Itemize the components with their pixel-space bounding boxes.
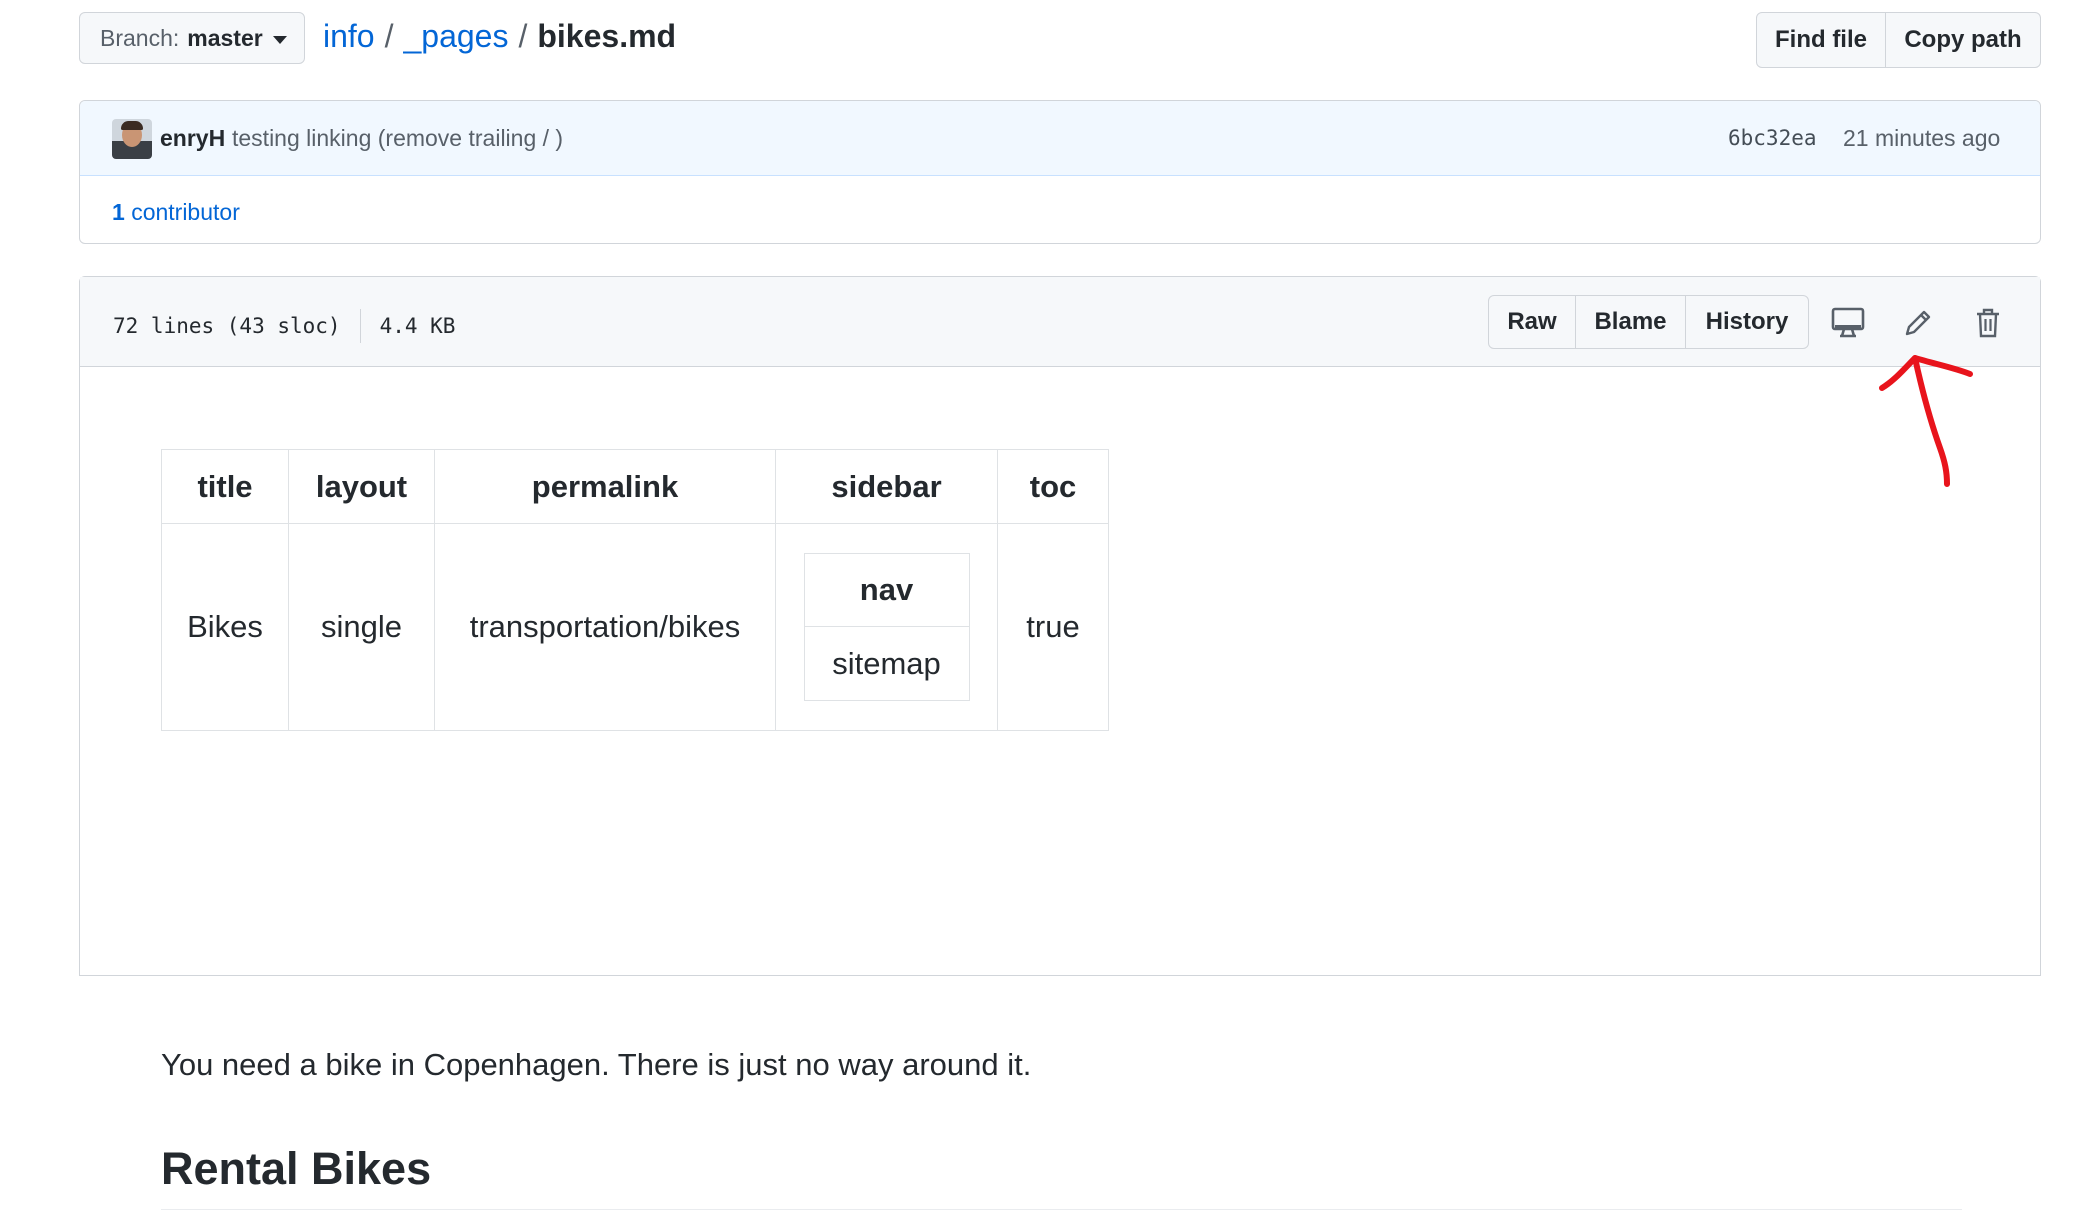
nested-table-cell: sitemap <box>803 626 970 701</box>
commit-info-box: enryH testing linking (remove trailing /… <box>79 100 2041 244</box>
breadcrumb-separator: / <box>384 18 394 54</box>
intro-paragraph: You need a bike in Copenhagen. There is … <box>161 1047 1032 1082</box>
commit-time: 21 minutes ago <box>1843 125 2001 151</box>
branch-selector-button[interactable]: Branch: master <box>79 12 305 64</box>
commit-sha-link[interactable]: 6bc32ea <box>1728 126 1817 150</box>
table-cell: true <box>997 523 1109 731</box>
table-header: sidebar <box>775 449 998 524</box>
sidebar-nested-table: nav sitemap <box>803 553 970 701</box>
file-action-button-group: Raw Blame History <box>1488 295 1809 349</box>
find-file-button[interactable]: Find file <box>1756 12 1886 68</box>
desktop-icon[interactable] <box>1828 303 1868 343</box>
file-info: 72 lines (43 sloc) 4.4 KB <box>113 309 455 343</box>
table-header-row: title layout permalink sidebar toc <box>161 449 1109 524</box>
table-header: layout <box>288 449 435 524</box>
contributors-link[interactable]: 1 contributor <box>112 199 240 226</box>
breadcrumb-folder-link[interactable]: _pages <box>403 18 508 54</box>
file-header: 72 lines (43 sloc) 4.4 KB Raw Blame Hist… <box>80 277 2040 367</box>
breadcrumb-separator: / <box>518 18 528 54</box>
branch-prefix: Branch: <box>100 24 180 51</box>
contributors-label: contributor <box>131 199 240 225</box>
table-row: Bikes single transportation/bikes nav si… <box>161 523 1109 731</box>
avatar-hair <box>121 121 143 130</box>
file-nav-button-group: Find file Copy path <box>1756 12 2041 68</box>
branch-name: master <box>187 24 263 51</box>
table-cell-sidebar: nav sitemap <box>775 523 998 731</box>
avatar[interactable] <box>112 119 152 159</box>
blame-button[interactable]: Blame <box>1576 295 1686 349</box>
table-cell: single <box>288 523 435 731</box>
table-cell: Bikes <box>161 523 289 731</box>
raw-button[interactable]: Raw <box>1488 295 1576 349</box>
pencil-icon[interactable] <box>1898 303 1938 343</box>
table-cell: transportation/bikes <box>434 523 776 731</box>
file-info-divider <box>359 309 361 343</box>
table-header: title <box>161 449 289 524</box>
latest-commit-bar: enryH testing linking (remove trailing /… <box>80 101 2040 176</box>
copy-path-button[interactable]: Copy path <box>1886 12 2041 68</box>
commit-message-link[interactable]: testing linking (remove trailing / ) <box>232 125 563 152</box>
breadcrumb-root-link[interactable]: info <box>323 18 375 54</box>
nested-table-header: nav <box>803 553 970 627</box>
breadcrumb: info / _pages / bikes.md <box>323 18 676 55</box>
trash-icon[interactable] <box>1968 303 2008 343</box>
table-header: permalink <box>434 449 776 524</box>
caret-down-icon <box>272 35 287 44</box>
frontmatter-table: title layout permalink sidebar toc Bikes… <box>161 449 1109 731</box>
file-line-count: 72 lines (43 sloc) <box>113 314 341 338</box>
history-button[interactable]: History <box>1686 295 1809 349</box>
table-header: toc <box>997 449 1109 524</box>
commit-author-link[interactable]: enryH <box>160 125 225 152</box>
file-viewer: 72 lines (43 sloc) 4.4 KB Raw Blame Hist… <box>79 276 2041 1210</box>
file-size: 4.4 KB <box>379 314 456 338</box>
contributors-count: 1 <box>112 199 125 225</box>
section-heading: Rental Bikes <box>161 1143 432 1194</box>
breadcrumb-file-name: bikes.md <box>537 18 677 54</box>
